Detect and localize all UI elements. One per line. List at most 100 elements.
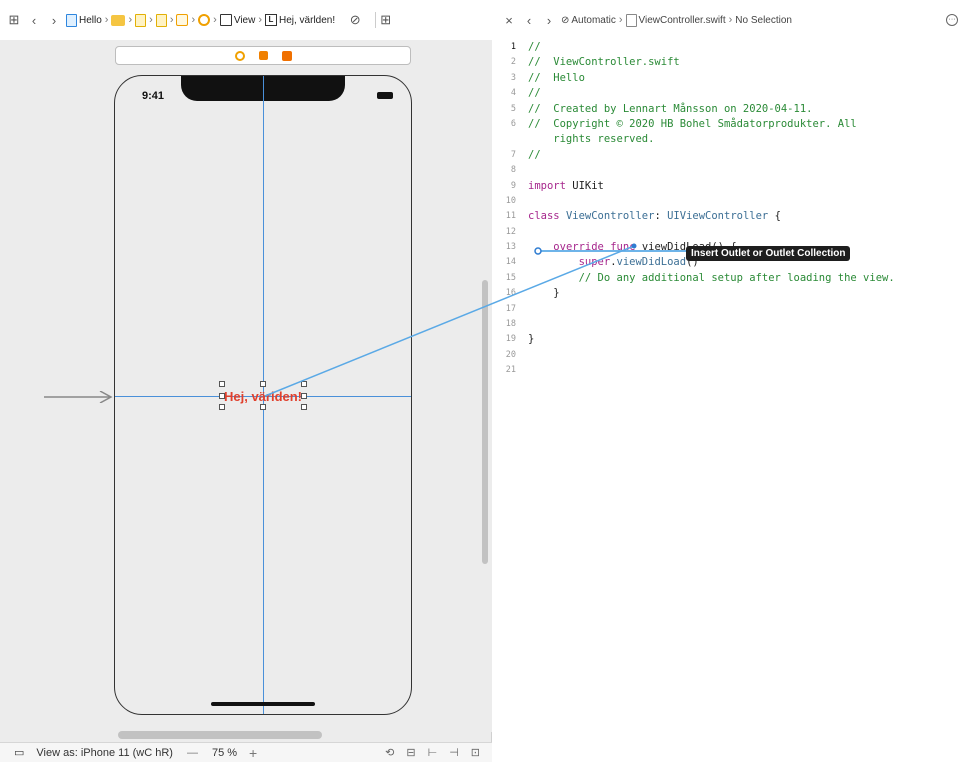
- code-text: // Hello: [528, 71, 585, 84]
- line-number: 21: [505, 365, 516, 376]
- grid-icon[interactable]: ⊞: [6, 12, 22, 28]
- resize-handle[interactable]: [219, 381, 225, 387]
- code-text: //: [528, 41, 541, 53]
- resize-handle[interactable]: [301, 393, 307, 399]
- exit-icon[interactable]: [281, 50, 292, 61]
- crumb-view-controller[interactable]: [198, 14, 211, 26]
- code-line[interactable]: 2 // ViewController.swift: [493, 55, 960, 70]
- code-line[interactable]: 7 //: [493, 148, 960, 163]
- battery-icon: [377, 92, 393, 99]
- code-line[interactable]: 21: [493, 363, 960, 378]
- code-editor[interactable]: 1 // 2 // ViewController.swift 3 // Hello 4 // 5…: [493, 40, 960, 379]
- code-line[interactable]: 15 // Do any additional setup after load…: [493, 271, 960, 286]
- code-line[interactable]: 19}: [493, 332, 960, 347]
- view-icon: [219, 14, 232, 26]
- crumb-storyboard[interactable]: [135, 13, 147, 27]
- close-icon[interactable]: ×: [501, 12, 517, 28]
- horizontal-scrollbar[interactable]: [118, 731, 322, 739]
- code-line[interactable]: 5 // Created by Lennart Månsson on 2020-0…: [493, 102, 960, 117]
- vertical-scrollbar[interactable]: [482, 280, 488, 564]
- code-line[interactable]: 16 }: [493, 286, 960, 301]
- code-text: //: [528, 87, 541, 100]
- crumb-view-label: View: [233, 14, 256, 26]
- line-number: 15: [505, 272, 516, 283]
- storyboard-canvas[interactable]: 9:41 Hej, världen!: [0, 40, 492, 739]
- status-bar-time: 9:41: [142, 90, 165, 102]
- pin-icon[interactable]: ⊢: [428, 746, 438, 759]
- code-line[interactable]: 1 //: [493, 40, 960, 55]
- code-line[interactable]: 12: [493, 225, 960, 240]
- chevron-right-icon: ›: [728, 14, 733, 26]
- code-line[interactable]: 11 class ViewController: UIViewController…: [493, 209, 960, 224]
- align-icon[interactable]: ⊟: [406, 746, 415, 759]
- resize-handle[interactable]: [260, 381, 266, 387]
- editor-jump-bar: × ‹ › ⊘ Automatic › ViewController.swift…: [493, 0, 960, 40]
- chevron-right-icon: ›: [104, 14, 109, 26]
- gear-icon[interactable]: ···: [946, 14, 958, 26]
- home-indicator: [211, 702, 315, 706]
- entry-point-arrow[interactable]: [44, 391, 114, 403]
- embed-in-icon[interactable]: ⊡: [471, 746, 480, 759]
- resize-handle[interactable]: [260, 404, 266, 410]
- layout-tools: ⟲ ⊟ ⊢ ⊣ ⊡: [385, 746, 480, 759]
- document-outline-toggle-icon[interactable]: ▭: [14, 746, 24, 759]
- code-line[interactable]: 3 // Hello: [493, 71, 960, 86]
- crumb-label[interactable]: L Hej, världen!: [265, 14, 335, 26]
- crumb-folder[interactable]: [111, 14, 126, 26]
- code-line[interactable]: 4 //: [493, 86, 960, 101]
- add-editor-icon[interactable]: ⊞: [375, 12, 391, 28]
- zoom-out-button[interactable]: —: [187, 747, 198, 759]
- view-as-device-button[interactable]: View as: iPhone 11 (wC hR): [36, 747, 173, 759]
- crumb-view[interactable]: View: [219, 14, 256, 26]
- forward-arrow-icon[interactable]: ›: [541, 12, 557, 28]
- crumb-selection[interactable]: No Selection: [735, 15, 792, 26]
- code-text: class ViewController: UIViewController {: [528, 210, 781, 223]
- assistant-editor-pane: × ‹ › ⊘ Automatic › ViewController.swift…: [493, 0, 960, 762]
- zoom-in-button[interactable]: +: [249, 745, 257, 761]
- crumb-automatic[interactable]: ⊘ Automatic: [561, 15, 616, 26]
- label-text: Hej, världen!: [223, 388, 303, 404]
- back-arrow-icon[interactable]: ‹: [521, 12, 537, 28]
- view-controller-icon[interactable]: [234, 50, 245, 61]
- folder-icon: [111, 14, 126, 26]
- chevron-right-icon: ›: [191, 14, 196, 26]
- line-number: 20: [505, 349, 516, 360]
- code-line[interactable]: 20: [493, 348, 960, 363]
- ib-bottom-bar: ▭ View as: iPhone 11 (wC hR) — 75 % + ⟲ …: [0, 742, 492, 762]
- crumb-scene[interactable]: [176, 14, 189, 26]
- crumb-file[interactable]: ViewController.swift: [625, 13, 726, 27]
- code-line[interactable]: 10: [493, 194, 960, 209]
- scene-dock: [115, 46, 411, 65]
- code-text: // Created by Lennart Månsson on 2020-04…: [528, 102, 813, 115]
- selected-label[interactable]: Hej, världen!: [219, 381, 307, 410]
- crumb-project[interactable]: Hello: [66, 13, 102, 27]
- chevron-right-icon: ›: [258, 14, 262, 26]
- resize-handle[interactable]: [301, 404, 307, 410]
- related-items-icon[interactable]: ⊘: [347, 12, 363, 28]
- device-frame[interactable]: 9:41 Hej, världen!: [114, 75, 412, 715]
- code-text: }: [528, 287, 560, 300]
- chevron-right-icon: ›: [149, 14, 153, 26]
- code-line[interactable]: 8: [493, 163, 960, 178]
- resize-handle[interactable]: [219, 404, 225, 410]
- code-line[interactable]: 9 import UIKit: [493, 179, 960, 194]
- code-line[interactable]: rights reserved.: [493, 132, 960, 147]
- forward-arrow-icon[interactable]: ›: [46, 12, 62, 28]
- line-number: 8: [510, 165, 516, 176]
- code-text: // ViewController.swift: [528, 56, 680, 69]
- back-arrow-icon[interactable]: ‹: [26, 12, 42, 28]
- code-text: // Copyright © 2020 HB Bohel Smådatorpro…: [528, 117, 857, 130]
- resolve-issues-icon[interactable]: ⊣: [449, 746, 459, 759]
- storyboard-icon: [135, 13, 147, 27]
- code-text: super.viewDidLoad(): [578, 256, 699, 269]
- code-line[interactable]: 6 // Copyright © 2020 HB Bohel Smådatorpr…: [493, 117, 960, 132]
- line-number: 11: [505, 211, 516, 222]
- first-responder-icon[interactable]: [258, 51, 268, 60]
- resize-handle[interactable]: [219, 393, 225, 399]
- code-line[interactable]: 17: [493, 302, 960, 317]
- code-line[interactable]: 18: [493, 317, 960, 332]
- resize-handle[interactable]: [301, 381, 307, 387]
- line-number: 19: [505, 334, 516, 345]
- update-frames-icon[interactable]: ⟲: [385, 746, 394, 759]
- crumb-storyboard-base[interactable]: [155, 13, 167, 27]
